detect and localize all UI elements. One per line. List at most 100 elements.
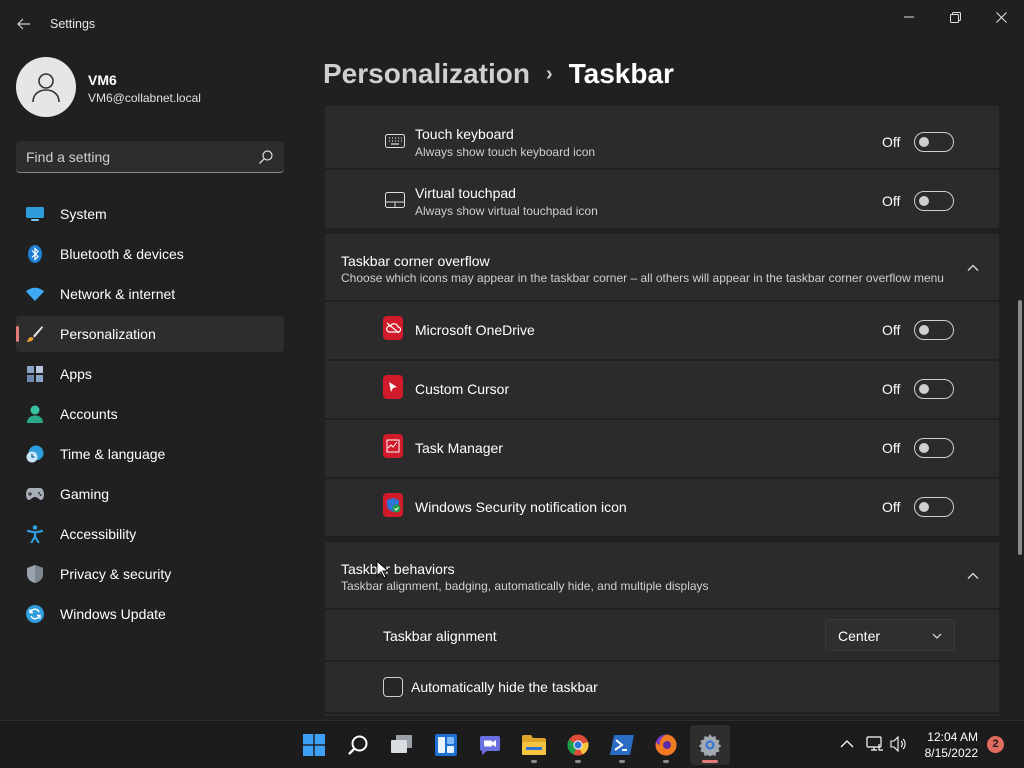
powershell-button[interactable] (602, 725, 642, 765)
breadcrumb: Personalization › Taskbar (323, 58, 674, 90)
file-explorer-button[interactable] (514, 725, 554, 765)
sidebar-item-apps[interactable]: Apps (16, 356, 284, 392)
search-input[interactable] (26, 141, 246, 172)
windows-security-icon (383, 493, 403, 517)
app-title: Settings (50, 17, 96, 31)
toggle-state-label: Off (882, 322, 901, 338)
clock-date[interactable]: 8/15/2022 (918, 746, 978, 760)
volume-icon[interactable] (890, 735, 908, 753)
checkbox-label: Automatically hide the taskbar (411, 679, 598, 695)
shield-icon (26, 565, 44, 583)
taskbar-behaviors-header[interactable]: Taskbar behaviors Taskbar alignment, bad… (325, 542, 999, 608)
sidebar-item-windows-update[interactable]: Windows Update (16, 596, 284, 632)
custom-cursor-toggle[interactable] (914, 379, 954, 399)
toggle-state-label: Off (882, 440, 901, 456)
settings-app-button[interactable] (690, 725, 730, 765)
apps-icon (26, 365, 44, 383)
sidebar-item-label: Time & language (60, 446, 166, 462)
task-manager-toggle[interactable] (914, 438, 954, 458)
sidebar-item-system[interactable]: System (16, 196, 284, 232)
sidebar-item-bluetooth-devices[interactable]: Bluetooth & devices (16, 236, 284, 272)
sidebar-item-label: Accessibility (60, 526, 137, 542)
section-subtitle: Choose which icons may appear in the tas… (341, 271, 944, 285)
sidebar-item-network-internet[interactable]: Network & internet (16, 276, 284, 312)
touch-keyboard-toggle[interactable] (914, 132, 954, 152)
sidebar-item-label: Gaming (60, 486, 110, 502)
dropdown-selected-value: Center (838, 628, 881, 644)
sidebar-item-personalization[interactable]: Personalization (16, 316, 284, 352)
clock-time[interactable]: 12:04 AM (918, 730, 978, 744)
breadcrumb-parent[interactable]: Personalization (323, 58, 530, 90)
onedrive-toggle[interactable] (914, 320, 954, 340)
search-icon (259, 150, 273, 164)
wifi-icon (26, 285, 44, 303)
task-view-icon (391, 735, 412, 753)
onedrive-icon (383, 316, 403, 340)
toggle-state-label: Off (882, 381, 901, 397)
close-icon (995, 11, 1007, 23)
setting-row-autohide: Automatically hide the taskbar (325, 662, 999, 712)
minimize-button[interactable] (886, 4, 932, 30)
sidebar-item-accounts[interactable]: Accounts (16, 396, 284, 432)
running-indicator (531, 760, 537, 763)
sidebar-item-time-language[interactable]: Time & language (16, 436, 284, 472)
bluetooth-icon (26, 245, 44, 263)
page-title: Taskbar (568, 58, 674, 89)
restore-button[interactable] (932, 4, 978, 30)
chevron-up-icon[interactable] (965, 568, 981, 584)
accessibility-icon (26, 525, 44, 543)
sidebar-item-gaming[interactable]: Gaming (16, 476, 284, 512)
start-icon (303, 734, 325, 756)
back-button[interactable] (10, 10, 38, 38)
time-language-icon (26, 445, 44, 463)
taskbar-search-button[interactable] (338, 725, 378, 765)
taskbar-alignment-dropdown[interactable]: Center (825, 619, 955, 651)
firefox-icon (655, 734, 677, 756)
network-icon[interactable] (866, 735, 884, 753)
setting-title: Task Manager (415, 440, 503, 456)
setting-title: Touch keyboard (415, 126, 514, 142)
user-icon (32, 73, 60, 103)
chevron-up-icon[interactable] (838, 735, 856, 753)
autohide-checkbox[interactable] (383, 677, 403, 697)
notification-badge[interactable]: 2 (987, 736, 1004, 753)
accounts-icon (26, 405, 44, 423)
corner-overflow-header[interactable]: Taskbar corner overflow Choose which ico… (325, 234, 999, 300)
setting-row-custom-cursor: Custom Cursor Off (325, 361, 999, 418)
chevron-up-icon[interactable] (965, 260, 981, 276)
sidebar-item-accessibility[interactable]: Accessibility (16, 516, 284, 552)
sidebar-item-privacy-security[interactable]: Privacy & security (16, 556, 284, 592)
setting-subtitle: Always show touch keyboard icon (415, 145, 596, 159)
teams-chat-button[interactable] (470, 725, 510, 765)
active-indicator (702, 760, 718, 763)
keyboard-icon (385, 131, 405, 151)
task-view-button[interactable] (382, 725, 422, 765)
system-icon (26, 205, 44, 223)
running-indicator (575, 760, 581, 763)
breadcrumb-separator: › (545, 62, 553, 85)
firefox-button[interactable] (646, 725, 686, 765)
virtual-touchpad-toggle[interactable] (914, 191, 954, 211)
back-arrow-icon (17, 18, 30, 30)
user-email: VM6@collabnet.local (88, 91, 201, 105)
settings-content: Touch keyboard Always show touch keyboar… (325, 106, 999, 716)
start-button[interactable] (294, 725, 334, 765)
powershell-icon (610, 735, 634, 755)
scrollbar-thumb[interactable] (1018, 300, 1022, 555)
setting-row-taskbar-alignment: Taskbar alignment Center (325, 610, 999, 660)
teams-chat-icon (480, 736, 500, 755)
sidebar-item-label: Privacy & security (60, 566, 172, 582)
search-icon (348, 735, 368, 755)
chrome-button[interactable] (558, 725, 598, 765)
setting-row-windows-security: Windows Security notification icon Off (325, 479, 999, 536)
avatar[interactable] (16, 57, 76, 117)
close-button[interactable] (978, 4, 1024, 30)
sidebar-item-label: Apps (60, 366, 92, 382)
setting-row-task-manager: Task Manager Off (325, 420, 999, 477)
search-box[interactable] (16, 141, 284, 173)
widgets-button[interactable] (426, 725, 466, 765)
sidebar-item-label: Bluetooth & devices (60, 246, 184, 262)
windows-security-toggle[interactable] (914, 497, 954, 517)
user-name: VM6 (88, 72, 117, 88)
restore-icon (949, 11, 961, 23)
